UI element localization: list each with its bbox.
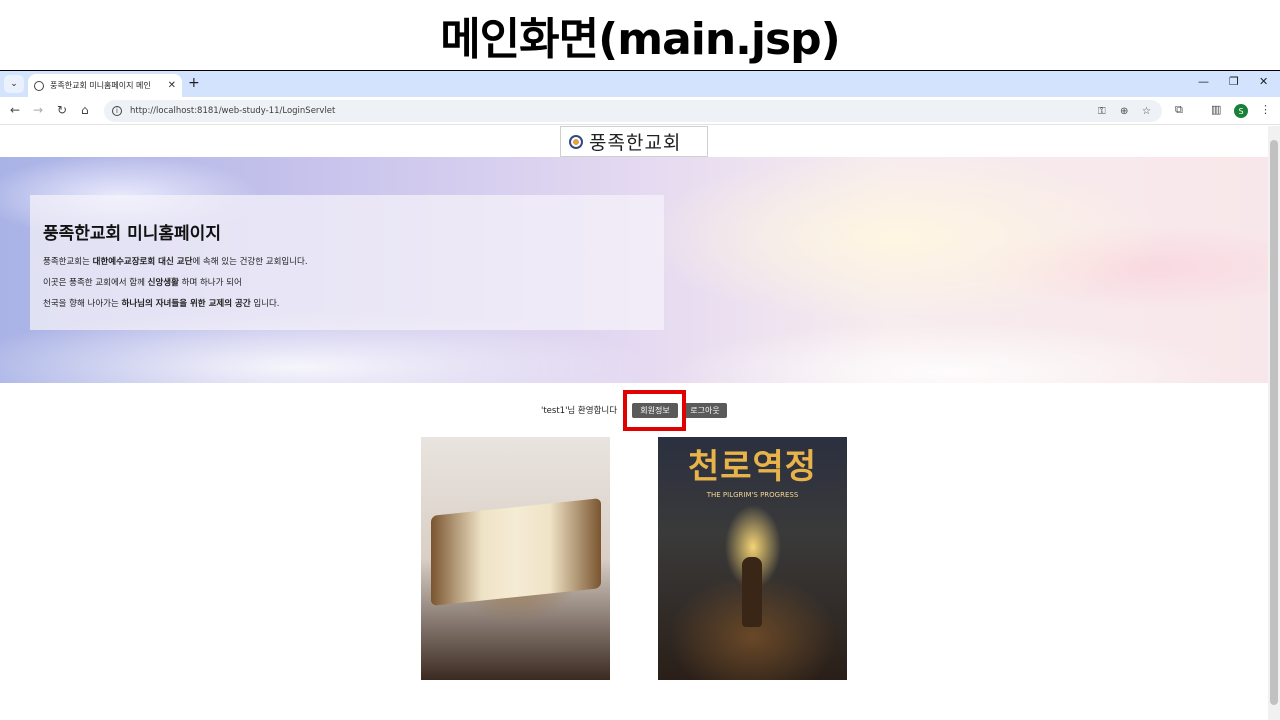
url-text[interactable]: http://localhost:8181/web-study-11/Login…: [130, 106, 335, 116]
slide-title: 메인화면(main.jsp): [440, 14, 841, 65]
page-viewport: 풍족한교회 풍족한교회 미니홈페이지 풍족한교회는 대한예수교장로회 대신 교단…: [0, 126, 1268, 720]
new-tab-button[interactable]: +: [188, 75, 200, 91]
hero-title: 풍족한교회 미니홈페이지: [43, 224, 221, 244]
hero-line-1: 풍족한교회는 대한예수교장로회 대신 교단에 속해 있는 건강한 교회입니다.: [43, 257, 308, 267]
profile-avatar[interactable]: S: [1234, 104, 1248, 118]
church-seal-icon: [569, 134, 583, 149]
logo-text: 풍족한교회: [589, 132, 682, 154]
cover-subtitle: THE PILGRIM'S PROGRESS: [706, 491, 799, 499]
minimize-icon[interactable]: —: [1198, 75, 1209, 88]
tab-title: 풍족한교회 미니홈페이지 메인: [50, 81, 151, 90]
browser-toolbar: ← → ↻ ⌂ i http://localhost:8181/web-stud…: [0, 97, 1280, 125]
highlight-box: [623, 390, 686, 431]
hero-line-2: 이곳은 풍족한 교회에서 함께 신앙생활 하며 하나가 되어: [43, 278, 242, 288]
tab-menu-icon[interactable]: ⌄: [4, 75, 24, 93]
reload-icon[interactable]: ↻: [57, 103, 67, 117]
pilgrims-progress-image[interactable]: 천로역정 THE PILGRIM'S PROGRESS: [658, 437, 847, 680]
back-icon[interactable]: ←: [10, 103, 20, 117]
hero-banner: 풍족한교회 미니홈페이지 풍족한교회는 대한예수교장로회 대신 교단에 속해 있…: [0, 157, 1268, 383]
church-logo[interactable]: 풍족한교회: [560, 126, 708, 157]
scrollbar-thumb[interactable]: [1270, 140, 1278, 705]
open-bible: [431, 498, 601, 606]
browser-tabbar: ⌄ 풍족한교회 미니홈페이지 메인 ✕ + — ❐ ✕: [0, 71, 1280, 97]
info-icon[interactable]: i: [112, 106, 122, 116]
logout-button[interactable]: 로그아웃: [683, 403, 727, 418]
pilgrim-figure: [742, 557, 762, 627]
home-icon[interactable]: ⌂: [81, 103, 89, 117]
welcome-text: 'test1'님 환영합니다: [541, 406, 618, 416]
extensions-icon[interactable]: ⧉: [1175, 103, 1183, 117]
vertical-scrollbar[interactable]: [1268, 126, 1280, 720]
side-panel-icon[interactable]: ▥: [1211, 103, 1221, 116]
more-icon[interactable]: ⋮: [1260, 103, 1271, 116]
forward-icon[interactable]: →: [33, 103, 43, 117]
browser-tab[interactable]: 풍족한교회 미니홈페이지 메인 ✕: [28, 74, 182, 97]
zoom-icon[interactable]: ⊕: [1120, 106, 1128, 117]
cover-title: 천로역정: [687, 447, 818, 487]
hero-line-3: 천국을 향해 나아가는 하나님의 자녀들을 위한 교제의 공간 입니다.: [43, 299, 280, 309]
password-key-icon[interactable]: ⚿: [1098, 106, 1106, 117]
bible-image[interactable]: [421, 437, 610, 680]
window-close-icon[interactable]: ✕: [1259, 75, 1268, 88]
globe-icon: [34, 80, 44, 91]
bookmark-star-icon[interactable]: ☆: [1142, 106, 1151, 117]
restore-icon[interactable]: ❐: [1229, 75, 1239, 88]
hero-info-box: 풍족한교회 미니홈페이지 풍족한교회는 대한예수교장로회 대신 교단에 속해 있…: [30, 195, 664, 330]
close-icon[interactable]: ✕: [168, 80, 176, 91]
address-bar[interactable]: i http://localhost:8181/web-study-11/Log…: [104, 100, 1162, 122]
